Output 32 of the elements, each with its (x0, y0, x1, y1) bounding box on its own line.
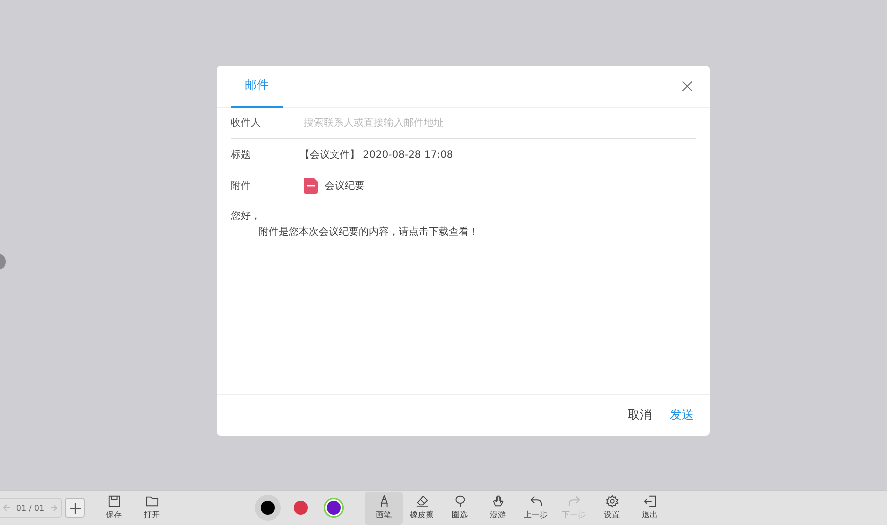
save-icon (108, 495, 120, 508)
plus-icon (70, 502, 80, 514)
tool-button[interactable]: 设置 (593, 492, 631, 524)
cancel-button[interactable]: 取消 (626, 405, 654, 426)
field-label: 标题 (231, 148, 252, 162)
tool-button[interactable]: 上一步 (517, 492, 555, 524)
folder-icon (146, 495, 158, 508)
close-icon[interactable] (682, 81, 693, 92)
open-button[interactable]: 打开 (133, 492, 171, 524)
lasso-icon (454, 495, 466, 508)
subject-text: 【会议文件】 2020-08-28 17:08 (300, 148, 454, 162)
add-page-button[interactable] (65, 498, 85, 518)
field-label: 附件 (231, 180, 252, 192)
undo-icon (530, 495, 542, 508)
color-swatch[interactable] (255, 495, 281, 521)
exit-icon (644, 495, 656, 508)
tool-button[interactable]: 圈选 (441, 492, 479, 524)
settings-icon (606, 495, 618, 508)
save-button[interactable]: 保存 (95, 492, 133, 524)
tool-button[interactable]: 橡皮擦 (403, 492, 441, 524)
message-body: 附件是您本次会议纪要的内容，请点击下载查看！ (258, 226, 480, 240)
hand-icon (492, 495, 504, 508)
redo-icon (568, 495, 580, 508)
field-label: 收件人 (231, 117, 262, 130)
attachment-name[interactable]: 会议纪要 (325, 178, 365, 192)
greeting-text: 您好， (231, 210, 262, 224)
tool-button[interactable]: 画笔 (365, 492, 403, 524)
recipient-field[interactable]: 搜索联系人或直接输入邮件地址 (304, 118, 696, 128)
tool-button[interactable]: 漫游 (479, 492, 517, 524)
eraser-icon (416, 495, 428, 508)
tool-button[interactable]: 退出 (631, 492, 669, 524)
page-number: 01 / 01 (16, 504, 45, 512)
